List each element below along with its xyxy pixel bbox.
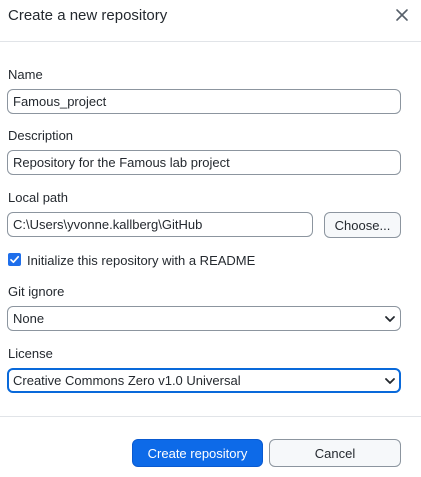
readme-checkbox[interactable]: [8, 253, 21, 266]
name-label: Name: [8, 67, 43, 82]
cancel-button[interactable]: Cancel: [269, 439, 401, 467]
footer-divider: [0, 416, 421, 417]
local-path-input[interactable]: [7, 212, 313, 237]
description-input[interactable]: [7, 150, 401, 175]
create-repository-dialog: Create a new repository Name Description…: [0, 0, 421, 477]
description-label: Description: [8, 128, 74, 143]
dialog-title: Create a new repository: [8, 7, 168, 24]
readme-checkbox-label[interactable]: Initialize this repository with a README: [27, 253, 255, 268]
checkmark-icon: [10, 255, 20, 264]
dialog-header: Create a new repository: [0, 0, 421, 42]
git-ignore-label: Git ignore: [8, 284, 65, 299]
create-repository-button[interactable]: Create repository: [132, 439, 263, 467]
close-icon[interactable]: [393, 6, 411, 24]
chevron-down-icon: [385, 316, 395, 322]
choose-button[interactable]: Choose...: [324, 212, 401, 238]
license-value: Creative Commons Zero v1.0 Universal: [13, 373, 241, 388]
license-select[interactable]: Creative Commons Zero v1.0 Universal: [7, 368, 401, 393]
git-ignore-select[interactable]: None: [7, 306, 401, 331]
license-label: License: [8, 346, 53, 361]
chevron-down-icon: [385, 378, 395, 384]
name-input[interactable]: [7, 89, 401, 114]
local-path-label: Local path: [8, 190, 68, 205]
git-ignore-value: None: [13, 311, 45, 326]
